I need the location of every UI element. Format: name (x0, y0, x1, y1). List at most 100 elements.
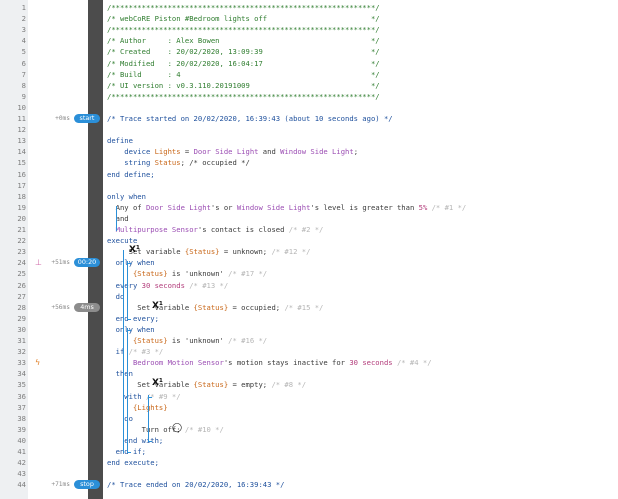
line-number: 3 (21, 25, 26, 35)
trace-time: +71ms (51, 481, 70, 489)
line-number: 13 (17, 136, 26, 146)
code-line: {Status} is 'unknown' /* #16 */ (107, 335, 267, 346)
code-token: {Status} (193, 380, 229, 390)
line-number: 12 (17, 125, 26, 135)
code-line: /* Trace started on 20/02/2020, 16:39:43… (107, 113, 393, 124)
code-token: Set variable (107, 247, 185, 257)
code-token: /* #16 */ (223, 336, 268, 345)
code-token: /* Trace started on 20/02/2020, 16:39:43… (107, 114, 393, 123)
line-number: 6 (21, 58, 26, 68)
line-number: 30 (17, 324, 26, 334)
code-line: {Lights} (107, 402, 168, 413)
set-variable-icon: X¹ (152, 300, 163, 311)
code-token: do (107, 291, 125, 301)
code-token: {Status} (132, 269, 168, 279)
code-token: if (107, 347, 129, 357)
line-number: 7 (21, 69, 26, 79)
code-token: /* #3 */ (128, 347, 164, 357)
bracket-tick (148, 440, 152, 442)
line-number: 26 (17, 280, 26, 290)
code-token: every (107, 280, 142, 290)
line-number: 23 (17, 247, 26, 257)
line-number: 44 (17, 480, 26, 490)
line-number: 28 (17, 302, 26, 312)
code-token: Door Side Light (145, 202, 211, 212)
condition-bracket (116, 205, 117, 231)
code-token: string (107, 158, 155, 168)
code-token: {Status} (193, 302, 229, 312)
code-line: /* webCoRE Piston #Bedroom lights off */ (107, 13, 380, 24)
code-token: /* UI version : v0.3.110.20191009 */ (107, 80, 380, 90)
line-number: 1 (21, 3, 26, 12)
code-line: with /* #9 */ (107, 391, 180, 402)
code-token: ; (353, 147, 359, 157)
line-number: 41 (17, 447, 26, 456)
line-number: 17 (17, 180, 26, 190)
code-line: Turn off; /* #10 */ (107, 424, 224, 435)
execute-bracket (123, 250, 124, 453)
power-icon: ◯ (172, 422, 183, 433)
code-line: Any of Door Side Light's or Window Side … (107, 202, 467, 213)
line-number: 38 (17, 413, 26, 423)
code-token: /* #4 */ (392, 358, 432, 368)
code-token: /* #8 */ (271, 380, 307, 390)
code-line: every 30 seconds /* #13 */ (107, 280, 229, 291)
trace-badge: 00:20 (74, 258, 100, 268)
line-number: 24 (17, 258, 26, 268)
code-token: 's or (210, 202, 237, 212)
line-number: 9 (21, 91, 26, 101)
code-token: /***************************************… (107, 91, 380, 101)
code-line: define (107, 135, 133, 146)
line-number: 8 (21, 80, 26, 90)
trace-time: +0ms (55, 115, 70, 122)
line-number: 33 (17, 358, 26, 368)
code-line: end execute; (107, 457, 159, 468)
code-line: Multipurpose Sensor's contact is closed … (107, 224, 324, 235)
code-token: /* Trace ended on 20/02/2020, 16:39:43 *… (107, 480, 285, 490)
line-number: 19 (17, 202, 26, 212)
only-when-bracket (127, 327, 128, 453)
code-token: 's (223, 358, 237, 368)
code-line: and (107, 213, 129, 224)
code-token: /* #17 */ (223, 269, 268, 279)
line-number: 21 (17, 225, 26, 234)
code-token: /* #12 */ (271, 247, 311, 257)
code-token: Any of (107, 202, 146, 212)
code-line: /* Author : Alex Bowen */ (107, 35, 380, 46)
line-number: 40 (17, 435, 26, 445)
code-token: end execute; (107, 458, 159, 468)
bracket-tick (127, 329, 131, 331)
code-line: end define; (107, 169, 155, 180)
code-line: /***************************************… (107, 91, 380, 102)
code-token: 'unknown' (184, 336, 224, 345)
line-number: 34 (17, 369, 26, 379)
code-token: is greater than (345, 202, 419, 212)
code-token: execute (107, 236, 138, 246)
bracket-tick (127, 452, 131, 453)
code-token: 5% (418, 202, 428, 212)
code-token: define (107, 136, 133, 146)
code-token: Set variable (107, 302, 194, 312)
line-number: 5 (21, 47, 26, 57)
code-token: is (167, 269, 185, 279)
code-line: /* UI version : v0.3.110.20191009 */ (107, 80, 380, 91)
code-line: do (107, 291, 125, 302)
code-line: device Lights = Door Side Light and Wind… (107, 146, 358, 157)
code-token: is (167, 336, 185, 345)
code-token: /* Created : 20/02/2020, 13:09:39 */ (107, 47, 380, 57)
code-line: end every; (107, 313, 159, 324)
code-token: Multipurpose Sensor (107, 225, 198, 234)
code-line: {Status} is 'unknown' /* #17 */ (107, 268, 267, 279)
code-token: /* #1 */ (427, 202, 467, 212)
code-token: Door Side Light (193, 147, 259, 157)
code-token: = unknown; (219, 247, 272, 257)
code-token: /* Build : 4 */ (107, 69, 380, 79)
code-token: Window Side Light (280, 147, 354, 157)
with-bracket (148, 394, 149, 442)
code-token: Window Side Light (236, 202, 311, 212)
code-token: 's (310, 202, 324, 212)
code-token: Lights (154, 147, 181, 157)
code-token: do (107, 413, 133, 423)
